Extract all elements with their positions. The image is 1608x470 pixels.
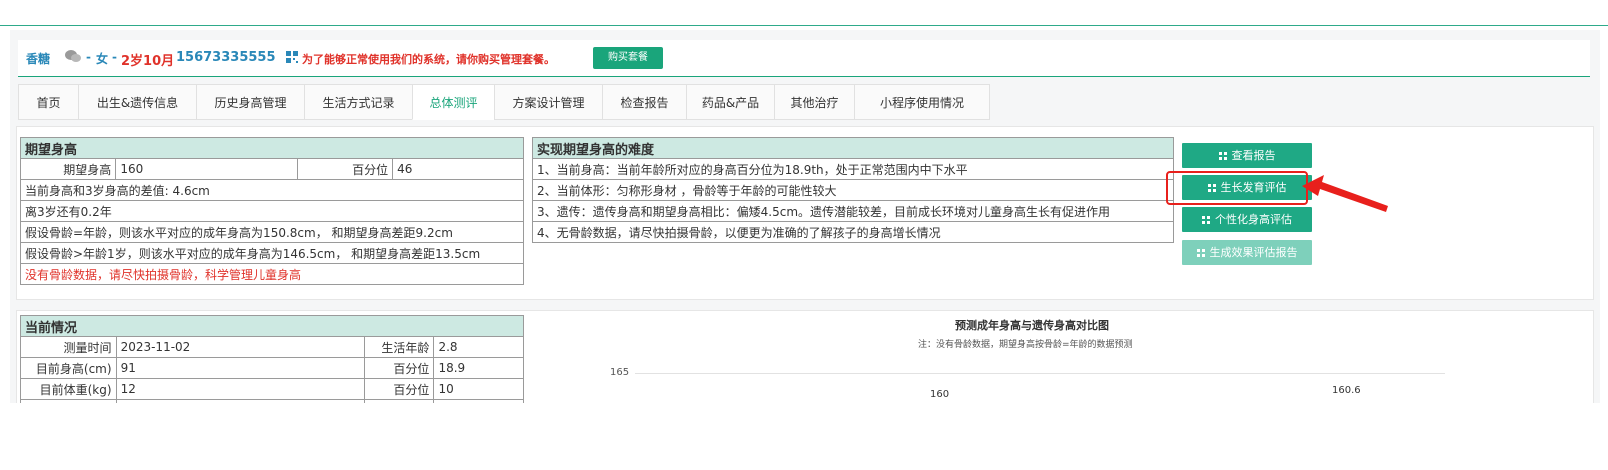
personal-eval-label: 个性化身高评估 (1215, 213, 1292, 226)
expected-height-table: 期望身高 期望身高 160 百分位 46 当前身高和3岁身高的差值: 4.6cm… (19, 137, 524, 285)
table-row: 目前身高(cm) 91 百分位 18.9 (20, 357, 524, 379)
tab-miniprogram-usage[interactable]: 小程序使用情况 (854, 84, 990, 120)
difficulty-row: 2、当前体形：匀称形身材 ，骨龄等于年龄的可能性较大 (532, 179, 1174, 201)
row-value: 18.9 (433, 357, 524, 379)
data-label: 160 (930, 389, 950, 400)
expected-height-label: 期望身高 (19, 158, 117, 180)
difficulty-row: 1、当前身高：当前年龄所对应的身高百分位为18.9th，处于正常范围内中下水平 (532, 158, 1174, 180)
bone-age-warning: 没有骨龄数据，请尽快拍摄骨龄，科学管理儿童身高 (20, 263, 524, 285)
row-label: 百分位 (364, 357, 435, 379)
row-value: 10 (433, 378, 524, 400)
tab-drugs-products[interactable]: 药品&产品 (686, 84, 774, 120)
gridline (635, 373, 1445, 374)
row-value: 2023-11-02 (115, 336, 366, 358)
header-separator: - (112, 50, 117, 64)
patient-age: 2岁10月 (121, 54, 175, 69)
table-row: 测量时间 2023-11-02 生活年龄 2.8 (20, 336, 524, 358)
tab-exam-report[interactable]: 检查报告 (602, 84, 686, 120)
tab-height-history[interactable]: 历史身高管理 (196, 84, 304, 120)
row-value: 91 (115, 357, 366, 379)
tab-birth-genetics[interactable]: 出生&遗传信息 (78, 84, 196, 120)
row-label: 生活年龄 (364, 336, 435, 358)
expected-row: 假设骨龄>年龄1岁，则该水平对应的成年身高为146.5cm， 和期望身高差距13… (20, 242, 524, 264)
purchase-notice: 为了能够正常使用我们的系统，请你购买管理套餐。 (302, 53, 555, 66)
expected-row: 假设骨龄=年龄，则该水平对应的成年身高为150.8cm， 和期望身高差距9.2c… (20, 221, 524, 243)
percentile-value: 46 (392, 158, 524, 180)
difficulty-row: 3、遗传：遗传身高和期望身高相比：偏矮4.5cm。遗传潜能较差，目前成长环境对儿… (532, 200, 1174, 222)
effect-report-button[interactable]: 生成效果评估报告 (1182, 240, 1312, 265)
grid-icon (1196, 249, 1205, 257)
patient-name[interactable]: 香糖 (26, 50, 50, 67)
y-tick-label: 165 (610, 367, 630, 378)
current-table: 当前情况 测量时间 2023-11-02 生活年龄 2.8 目前身高(cm) 9… (20, 315, 524, 403)
current-title: 当前情况 (20, 315, 524, 337)
top-accent-line (0, 25, 1608, 26)
expected-row: 离3岁还有0.2年 (20, 200, 524, 222)
expected-height-title: 期望身高 (20, 137, 524, 159)
effect-report-label: 生成效果评估报告 (1209, 246, 1298, 259)
difficulty-title: 实现期望身高的难度 (532, 137, 1174, 159)
main-tabs: 首页 出生&遗传信息 历史身高管理 生活方式记录 总体测评 方案设计管理 检查报… (18, 84, 1590, 120)
data-label: 160.6 (1332, 385, 1361, 396)
header-separator: - (86, 50, 91, 64)
view-report-label: 查看报告 (1231, 149, 1276, 162)
buy-package-button[interactable]: 购买套餐 (593, 47, 663, 69)
difficulty-table: 实现期望身高的难度 1、当前身高：当前年龄所对应的身高百分位为18.9th，处于… (532, 137, 1174, 243)
tab-home[interactable]: 首页 (18, 84, 78, 120)
personal-eval-button[interactable]: 个性化身高评估 (1182, 207, 1312, 232)
tab-overall-eval[interactable]: 总体测评 (412, 84, 494, 120)
percentile-label: 百分位 (296, 158, 394, 180)
patient-sex: 女 (96, 52, 109, 66)
row-value: 12 (115, 378, 366, 400)
grid-icon (1218, 152, 1227, 160)
row-label: 测量时间 (20, 336, 117, 358)
highlight-box (1166, 171, 1308, 205)
row-label: 百分位 (364, 378, 435, 400)
expected-row: 当前身高和3岁身高的差值: 4.6cm (20, 179, 524, 201)
row-label: 目前身高(cm) (20, 357, 117, 379)
view-report-button[interactable]: 查看报告 (1182, 143, 1312, 168)
row-value: 2.8 (433, 336, 524, 358)
tab-lifestyle[interactable]: 生活方式记录 (304, 84, 412, 120)
patient-header: 香糖 - 女 - 2岁10月 15673335555 为了能够正常使用我们的系统… (18, 40, 1590, 77)
chart-title: 预测成年身高与遗传身高对比图 (955, 319, 1109, 332)
difficulty-row: 4、无骨龄数据，请尽快拍摄骨龄，以便更为准确的了解孩子的身高增长情况 (532, 221, 1174, 243)
tab-other-therapy[interactable]: 其他治疗 (774, 84, 854, 120)
chart-note: 注：没有骨龄数据，期望身高按骨龄=年龄的数据预测 (918, 340, 1133, 350)
grid-icon (1202, 216, 1210, 224)
main-frame: 香糖 - 女 - 2岁10月 15673335555 为了能够正常使用我们的系统… (10, 30, 1600, 403)
expected-height-value: 160 (115, 158, 298, 180)
row-label: 目前体重(kg) (20, 378, 117, 400)
patient-phone: 15673335555 (176, 50, 276, 65)
table-row: 目前体重(kg) 12 百分位 10 (20, 378, 524, 400)
table-row (20, 399, 524, 403)
red-arrow-icon (1302, 175, 1388, 212)
wechat-icon[interactable] (64, 49, 82, 63)
qr-icon[interactable] (286, 51, 298, 63)
tab-plan-design[interactable]: 方案设计管理 (494, 84, 602, 120)
